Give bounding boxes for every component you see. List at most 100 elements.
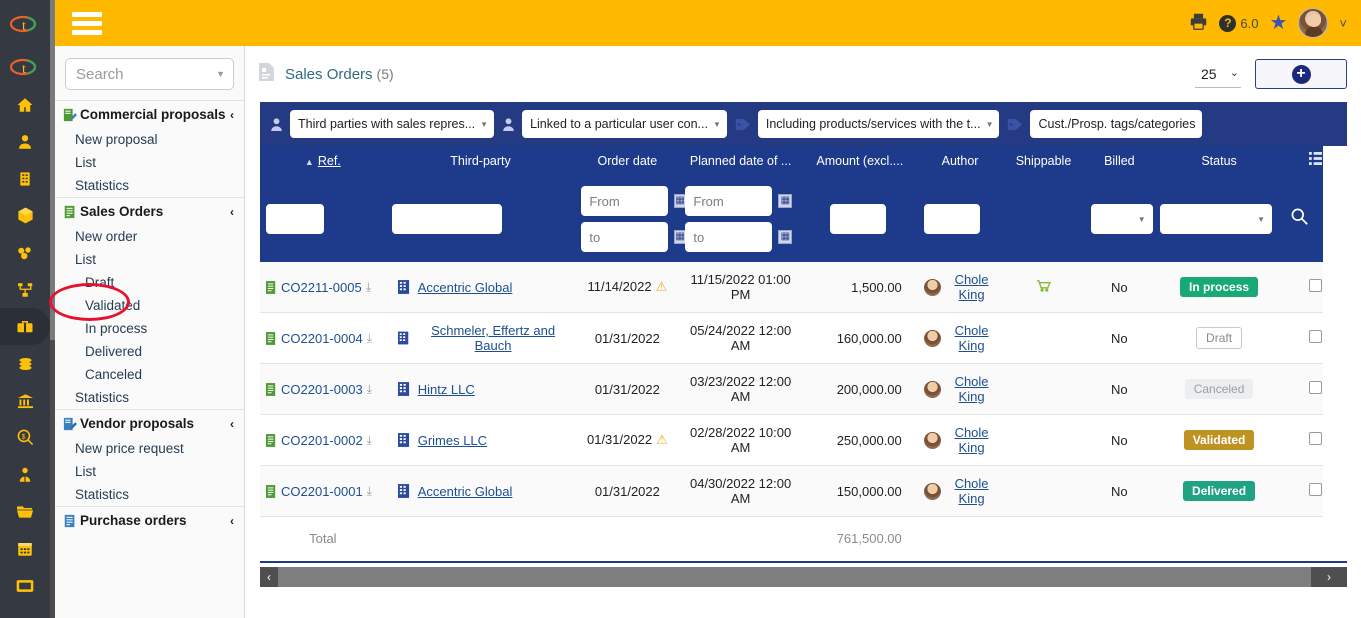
chevron-down-icon[interactable]: ▼ (480, 120, 488, 129)
filter-input-order-date-to[interactable] (581, 222, 669, 252)
avatar[interactable] (1298, 8, 1329, 38)
third-party-link[interactable]: Schmeler, Effertz and Bauch (417, 323, 570, 353)
new-record-button[interactable]: + (1255, 59, 1347, 89)
help-icon[interactable]: ? (1219, 14, 1237, 32)
chevron-left-icon[interactable]: ‹ (230, 108, 234, 122)
search-icon[interactable] (1290, 208, 1309, 231)
third-party-link[interactable]: Accentric Global (418, 280, 513, 295)
scrollbar-thumb[interactable] (278, 566, 1347, 587)
row-checkbox[interactable] (1309, 279, 1323, 292)
col-header-billed[interactable]: Billed (1084, 146, 1155, 176)
menu-item-delivered[interactable]: Delivered (55, 340, 244, 363)
author-link[interactable]: Chole King (947, 374, 997, 404)
filter-input-planned-date-to[interactable] (685, 222, 773, 252)
filter-input-order-date-from[interactable] (581, 186, 669, 216)
filter-cust-prosp-tags[interactable]: Cust./Prosp. tags/categories (1007, 110, 1202, 138)
rail-project-icon[interactable] (0, 271, 50, 308)
rail-company-icon[interactable] (0, 160, 50, 197)
calendar-icon[interactable]: ▦ (778, 230, 793, 244)
page-title[interactable]: Sales Orders (285, 66, 373, 83)
col-header-status[interactable]: Status (1154, 146, 1285, 176)
download-icon[interactable]: ⤓ (366, 280, 371, 295)
filter-input-planned-date-from[interactable] (685, 186, 773, 216)
scroll-right-button[interactable]: › (1311, 566, 1347, 587)
filter-input-ref[interactable] (266, 204, 324, 234)
rail-agenda-icon[interactable] (0, 530, 50, 567)
filter-linked-user-contact[interactable]: Linked to a particular user con... ▼ (502, 110, 727, 138)
rail-stock-icon[interactable] (0, 234, 50, 271)
author-link[interactable]: Chole King (947, 425, 997, 455)
chevron-left-icon[interactable]: ‹ (230, 514, 234, 528)
filter-input-third-party[interactable] (391, 204, 502, 234)
filter-third-parties-sales-rep[interactable]: Third parties with sales repres... ▼ (270, 110, 495, 138)
download-icon[interactable]: ⤓ (367, 382, 372, 397)
menu-header-purchase-orders[interactable]: Purchase orders ‹ (55, 507, 244, 534)
menu-item-validated[interactable]: Validated (55, 294, 244, 317)
menu-item-new-proposal[interactable]: New proposal (55, 128, 244, 151)
table-row[interactable]: CO2211-0005 ⤓ Accentric Global 11/14/202 (260, 262, 1347, 313)
hamburger-icon[interactable] (72, 8, 102, 39)
download-icon[interactable]: ⤓ (367, 331, 372, 346)
star-icon[interactable]: ★ (1269, 13, 1287, 33)
rail-audit-icon[interactable]: $ (0, 419, 50, 456)
menu-item-list[interactable]: List (55, 151, 244, 174)
rail-accounting-icon[interactable] (0, 345, 50, 382)
chevron-down-icon[interactable]: ▼ (713, 120, 721, 129)
filter-select-status[interactable]: ▼ (1160, 204, 1273, 234)
filter-field[interactable]: Cust./Prosp. tags/categories (1030, 110, 1202, 138)
table-row[interactable]: CO2201-0002 ⤓ Grimes LLC 01/31/2022 ⚠ 02… (260, 414, 1347, 466)
rail-product-icon[interactable] (0, 197, 50, 234)
printer-icon[interactable] (1189, 13, 1208, 33)
rail-bank-icon[interactable] (0, 382, 50, 419)
menu-header-vendor-proposals[interactable]: Vendor proposals ‹ (55, 410, 244, 437)
table-row[interactable]: CO2201-0001 ⤓ Accentric Global 01/31/202… (260, 465, 1347, 517)
menu-item-statistics[interactable]: Statistics (55, 386, 244, 409)
row-checkbox[interactable] (1309, 330, 1323, 343)
menu-item-statistics[interactable]: Statistics (55, 483, 244, 506)
col-header-shippable[interactable]: Shippable (1002, 146, 1085, 176)
filter-input-author[interactable] (923, 204, 980, 234)
filter-products-services-tag[interactable]: Including products/services with the t..… (735, 110, 1000, 138)
author-link[interactable]: Chole King (947, 323, 997, 353)
chevron-left-icon[interactable]: ‹ (230, 205, 234, 219)
table-row[interactable]: CO2201-0003 ⤓ Hintz LLC 01/31/2022 03/23… (260, 363, 1347, 415)
col-header-order-date[interactable]: Order date (575, 146, 680, 176)
limit-select-wrap[interactable]: 25 ⌄ (1195, 60, 1241, 88)
ref-link[interactable]: CO2201-0001 (281, 484, 363, 499)
rail-hr-icon[interactable] (0, 456, 50, 493)
filter-select-billed[interactable]: ▼ (1090, 204, 1153, 234)
menu-item-new-price-request[interactable]: New price request (55, 437, 244, 460)
col-header-planned-date[interactable]: Planned date of ... (679, 146, 802, 176)
download-icon[interactable]: ⤓ (367, 433, 372, 448)
chevron-down-icon[interactable]: ▼ (986, 120, 994, 129)
chevron-down-icon[interactable]: ˅ (1339, 16, 1347, 31)
column-selector-icon[interactable] (1309, 152, 1323, 168)
rail-user-icon[interactable] (0, 123, 50, 160)
menu-header-commercial-proposals[interactable]: Commercial proposals ‹ (55, 101, 244, 128)
author-link[interactable]: Chole King (947, 272, 997, 302)
rail-commercial-icon[interactable] (0, 308, 50, 345)
col-header-third-party[interactable]: Third-party (385, 146, 576, 176)
calendar-icon[interactable]: ▦ (674, 194, 686, 208)
menu-item-list[interactable]: List (55, 248, 244, 271)
third-party-link[interactable]: Accentric Global (418, 484, 513, 499)
row-checkbox[interactable] (1309, 483, 1323, 496)
ref-link[interactable]: CO2201-0004 (281, 331, 363, 346)
menu-header-sales-orders[interactable]: Sales Orders ‹ (55, 198, 244, 225)
menu-item-statistics[interactable]: Statistics (55, 174, 244, 197)
calendar-icon[interactable]: ▦ (778, 194, 793, 208)
third-party-link[interactable]: Hintz LLC (418, 382, 475, 397)
rail-documents-icon[interactable] (0, 493, 50, 530)
rail-ticket-icon[interactable] (0, 567, 50, 604)
row-checkbox[interactable] (1309, 432, 1323, 445)
menu-item-draft[interactable]: Draft (55, 271, 244, 294)
rail-home-icon[interactable] (0, 86, 50, 123)
search-box[interactable]: ▼ (65, 58, 234, 90)
third-party-link[interactable]: Grimes LLC (418, 433, 487, 448)
ref-link[interactable]: CO2211-0005 (281, 280, 362, 295)
col-header-ref[interactable]: ▲ Ref. (260, 146, 386, 176)
filter-input-amount[interactable] (829, 204, 886, 234)
menu-item-new-order[interactable]: New order (55, 225, 244, 248)
table-row[interactable]: CO2201-0004 ⤓ Schmeler, Effertz and Bauc… (260, 312, 1347, 364)
menu-item-canceled[interactable]: Canceled (55, 363, 244, 386)
